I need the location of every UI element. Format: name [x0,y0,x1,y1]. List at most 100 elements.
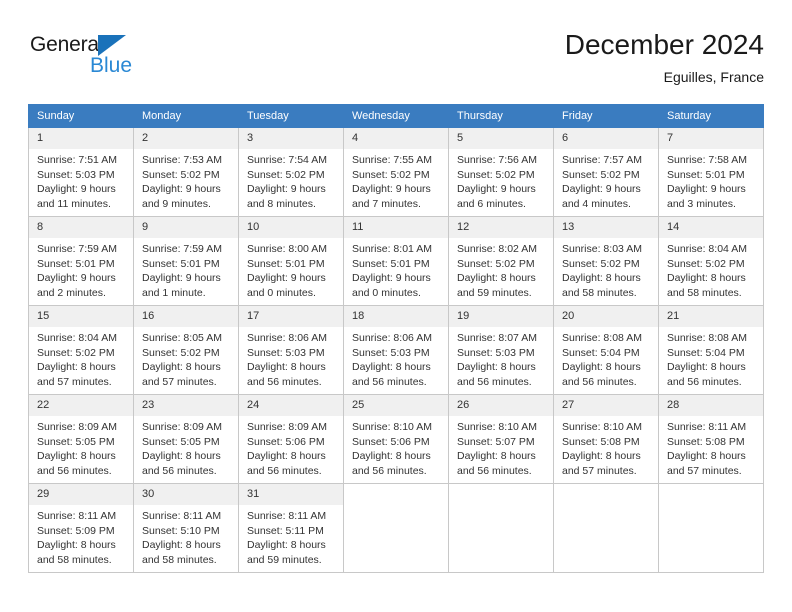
daylight-text-line2: and 4 minutes. [562,197,631,210]
sunrise-text: Sunrise: 8:11 AM [667,421,747,433]
calendar-day-cell[interactable]: 21 Sunrise: 8:08 AM Sunset: 5:04 PM Dayligh… [658,305,764,395]
logo-text-general: General [30,33,104,56]
calendar-day-cell[interactable]: 23 Sunrise: 8:09 AM Sunset: 5:05 PM Dayligh… [133,394,239,484]
daylight-text-line2: and 59 minutes. [247,553,322,566]
sunrise-text: Sunrise: 8:02 AM [457,243,537,255]
sunrise-text: Sunrise: 7:56 AM [457,154,537,166]
day-info: Sunrise: 7:56 AM Sunset: 5:02 PM Daylight:… [449,149,553,211]
sunrise-text: Sunrise: 8:11 AM [247,510,327,522]
daylight-text-line1: Daylight: 9 hours [37,183,116,195]
calendar-day-cell[interactable]: 31 Sunrise: 8:11 AM Sunset: 5:11 PM Dayligh… [238,483,344,573]
daylight-text-line2: and 9 minutes. [142,197,211,210]
day-number: 27 [554,395,658,416]
calendar-day-cell[interactable]: 28 Sunrise: 8:11 AM Sunset: 5:08 PM Dayligh… [658,394,764,484]
calendar-day-cell[interactable]: 15 Sunrise: 8:04 AM Sunset: 5:02 PM Dayligh… [28,305,134,395]
day-info: Sunrise: 8:09 AM Sunset: 5:06 PM Daylight:… [239,416,343,478]
weekday-header-monday: Monday [133,104,239,128]
day-number: 19 [449,306,553,327]
daylight-text-line1: Daylight: 8 hours [37,450,116,462]
calendar-day-cell[interactable]: 2 Sunrise: 7:53 AM Sunset: 5:02 PM Daylight… [133,127,239,217]
daylight-text-line1: Daylight: 8 hours [247,539,326,551]
calendar-day-cell[interactable]: 22 Sunrise: 8:09 AM Sunset: 5:05 PM Dayligh… [28,394,134,484]
sunrise-text: Sunrise: 7:57 AM [562,154,642,166]
logo-text-blue: Blue [90,54,133,77]
calendar-day-cell[interactable]: 13 Sunrise: 8:03 AM Sunset: 5:02 PM Dayligh… [553,216,659,306]
sunrise-text: Sunrise: 8:08 AM [562,332,642,344]
calendar-day-cell[interactable]: 25 Sunrise: 8:10 AM Sunset: 5:06 PM Dayligh… [343,394,449,484]
sunrise-text: Sunrise: 8:07 AM [457,332,537,344]
calendar-day-cell[interactable]: 19 Sunrise: 8:07 AM Sunset: 5:03 PM Dayligh… [448,305,554,395]
sunrise-text: Sunrise: 8:09 AM [37,421,117,433]
daylight-text-line2: and 57 minutes. [562,464,637,477]
calendar-day-cell[interactable]: 1 Sunrise: 7:51 AM Sunset: 5:03 PM Daylight… [28,127,134,217]
calendar-day-cell[interactable]: 17 Sunrise: 8:06 AM Sunset: 5:03 PM Dayligh… [238,305,344,395]
daylight-text-line1: Daylight: 8 hours [142,539,221,551]
sunset-text: Sunset: 5:04 PM [562,346,640,359]
daylight-text-line2: and 8 minutes. [247,197,316,210]
calendar-day-cell[interactable]: 16 Sunrise: 8:05 AM Sunset: 5:02 PM Dayligh… [133,305,239,395]
page-header: General Blue December 2024 Eguilles, Fra… [28,28,764,96]
sunset-text: Sunset: 5:01 PM [142,257,220,270]
daylight-text-line1: Daylight: 8 hours [667,450,746,462]
location-label: Eguilles, France [663,69,764,85]
day-info: Sunrise: 8:04 AM Sunset: 5:02 PM Daylight:… [659,238,763,300]
sunrise-text: Sunrise: 8:04 AM [37,332,117,344]
calendar-week-row: 1 Sunrise: 7:51 AM Sunset: 5:03 PM Daylight… [28,127,764,217]
calendar-day-cell[interactable]: 18 Sunrise: 8:06 AM Sunset: 5:03 PM Dayligh… [343,305,449,395]
calendar-day-cell[interactable]: 12 Sunrise: 8:02 AM Sunset: 5:02 PM Dayligh… [448,216,554,306]
day-info: Sunrise: 8:11 AM Sunset: 5:10 PM Daylight:… [134,505,238,567]
day-info: Sunrise: 8:09 AM Sunset: 5:05 PM Daylight:… [29,416,133,478]
daylight-text-line1: Daylight: 9 hours [37,272,116,284]
day-info: Sunrise: 8:05 AM Sunset: 5:02 PM Daylight:… [134,327,238,389]
daylight-text-line1: Daylight: 9 hours [142,183,221,195]
sunset-text: Sunset: 5:01 PM [352,257,430,270]
day-info: Sunrise: 8:08 AM Sunset: 5:04 PM Daylight:… [554,327,658,389]
day-info: Sunrise: 8:06 AM Sunset: 5:03 PM Daylight:… [344,327,448,389]
calendar-page: General Blue December 2024 Eguilles, Fra… [0,0,792,612]
calendar-day-cell[interactable]: 9 Sunrise: 7:59 AM Sunset: 5:01 PM Daylight… [133,216,239,306]
calendar-day-cell[interactable]: 4 Sunrise: 7:55 AM Sunset: 5:02 PM Daylight… [343,127,449,217]
day-number: 2 [134,128,238,149]
day-info: Sunrise: 7:58 AM Sunset: 5:01 PM Daylight:… [659,149,763,211]
calendar-day-cell[interactable]: 3 Sunrise: 7:54 AM Sunset: 5:02 PM Daylight… [238,127,344,217]
sunset-text: Sunset: 5:01 PM [37,257,115,270]
daylight-text-line2: and 56 minutes. [142,464,217,477]
sunset-text: Sunset: 5:02 PM [352,168,430,181]
daylight-text-line1: Daylight: 8 hours [247,361,326,373]
daylight-text-line2: and 58 minutes. [37,553,112,566]
day-number: 30 [134,484,238,505]
daylight-text-line1: Daylight: 9 hours [247,183,326,195]
calendar-day-cell[interactable]: 8 Sunrise: 7:59 AM Sunset: 5:01 PM Daylight… [28,216,134,306]
weekday-header-tuesday: Tuesday [238,104,344,128]
sunrise-text: Sunrise: 8:00 AM [247,243,327,255]
calendar-day-cell[interactable]: 6 Sunrise: 7:57 AM Sunset: 5:02 PM Daylight… [553,127,659,217]
sunset-text: Sunset: 5:02 PM [667,257,745,270]
calendar-day-cell[interactable]: 10 Sunrise: 8:00 AM Sunset: 5:01 PM Dayligh… [238,216,344,306]
calendar-day-cell[interactable]: 26 Sunrise: 8:10 AM Sunset: 5:07 PM Dayligh… [448,394,554,484]
calendar-day-cell[interactable]: 11 Sunrise: 8:01 AM Sunset: 5:01 PM Dayligh… [343,216,449,306]
calendar-day-cell[interactable]: 29 Sunrise: 8:11 AM Sunset: 5:09 PM Dayligh… [28,483,134,573]
daylight-text-line1: Daylight: 8 hours [352,361,431,373]
weekday-header-friday: Friday [553,104,659,128]
daylight-text-line1: Daylight: 8 hours [37,361,116,373]
day-info: Sunrise: 8:10 AM Sunset: 5:06 PM Daylight:… [344,416,448,478]
calendar-day-cell[interactable]: 20 Sunrise: 8:08 AM Sunset: 5:04 PM Dayligh… [553,305,659,395]
calendar-day-cell[interactable]: 30 Sunrise: 8:11 AM Sunset: 5:10 PM Dayligh… [133,483,239,573]
calendar-day-cell[interactable]: 5 Sunrise: 7:56 AM Sunset: 5:02 PM Daylight… [448,127,554,217]
calendar-day-cell[interactable]: 24 Sunrise: 8:09 AM Sunset: 5:06 PM Dayligh… [238,394,344,484]
calendar-day-cell[interactable]: 27 Sunrise: 8:10 AM Sunset: 5:08 PM Dayligh… [553,394,659,484]
sunset-text: Sunset: 5:10 PM [142,524,220,537]
general-blue-logo[interactable]: General Blue [30,34,170,90]
day-info: Sunrise: 8:09 AM Sunset: 5:05 PM Daylight:… [134,416,238,478]
day-number: 5 [449,128,553,149]
sunrise-text: Sunrise: 7:59 AM [142,243,222,255]
day-number: 7 [659,128,763,149]
day-number: 31 [239,484,343,505]
calendar-day-cell[interactable]: 7 Sunrise: 7:58 AM Sunset: 5:01 PM Daylight… [658,127,764,217]
daylight-text-line1: Daylight: 9 hours [667,183,746,195]
day-number: 25 [344,395,448,416]
sunrise-text: Sunrise: 8:11 AM [142,510,222,522]
sunrise-text: Sunrise: 8:06 AM [352,332,432,344]
title-block: December 2024 Eguilles, France [565,28,764,87]
calendar-day-cell[interactable]: 14 Sunrise: 8:04 AM Sunset: 5:02 PM Dayligh… [658,216,764,306]
